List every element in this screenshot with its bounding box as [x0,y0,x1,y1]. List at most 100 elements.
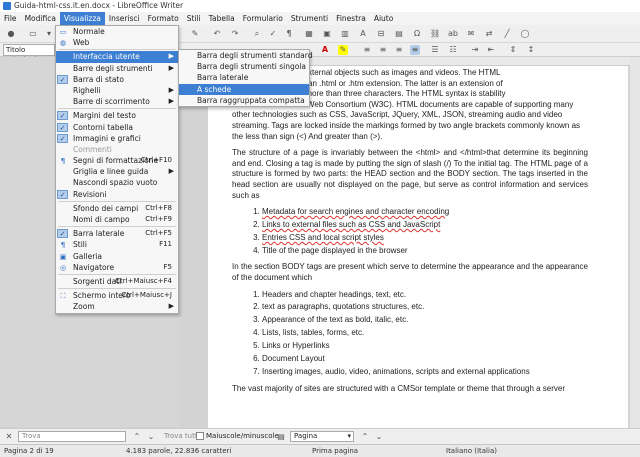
gallery-icon: ▣ [59,252,67,261]
basic-shapes-icon[interactable]: ◯ [520,29,530,39]
menu-item-sfondo-campi[interactable]: Sfondo dei campi Ctrl+F8 [56,203,178,214]
insert-chart-icon[interactable]: ▥ [340,29,350,39]
dropdown-arrow-icon[interactable]: ▾ [44,29,54,39]
menu-item-immagini-grafici[interactable]: ✓ Immagini e grafici [56,133,178,144]
find-next-icon[interactable]: ⌄ [146,432,156,442]
page-style[interactable]: Prima pagina [312,445,358,457]
navigator-icon: ◎ [59,263,67,272]
scope-previous-icon[interactable]: ⌃ [360,432,370,442]
vertical-scrollbar[interactable] [630,57,640,428]
menu-tabella[interactable]: Tabella [205,12,239,25]
menu-file[interactable]: File [0,12,21,25]
menu-item-barra-di-stato[interactable]: ✓ Barra di stato [56,74,178,85]
styles-icon: ¶ [60,241,66,250]
bullet-list-icon[interactable]: ☰ [430,45,440,55]
font-color-icon[interactable]: A [320,45,330,55]
submenu-item-standard[interactable]: Barra degli strumenti standard [179,50,312,61]
menu-item-barra-laterale[interactable]: ✓ Barra laterale Ctrl+F5 [56,228,178,239]
page-count[interactable]: Pagina 2 di 19 [4,445,54,457]
insert-image-icon[interactable]: ▣ [322,29,332,39]
language[interactable]: Italiano (Italia) [446,445,497,457]
submenu-item-barra-laterale[interactable]: Barra laterale [179,72,309,83]
insert-field-icon[interactable]: ▤ [394,29,404,39]
menu-item-revisioni[interactable]: ✓ Revisioni [56,189,178,200]
align-right-icon[interactable]: ≡ [394,45,404,55]
list-item: Metadata for search engines and characte… [262,207,588,218]
menu-item-navigatore[interactable]: ◎ Navigatore F5 [56,262,178,273]
page-break-icon[interactable]: ⊟ [376,29,386,39]
menu-strumenti[interactable]: Strumenti [287,12,332,25]
menu-inserisci[interactable]: Inserisci [105,12,144,25]
insert-text-box-icon[interactable]: A [358,29,368,39]
line-spacing-icon[interactable]: ↕ [526,45,536,55]
match-case-checkbox[interactable] [196,432,204,440]
list-item: Links to external files such as CSS and … [262,220,588,231]
align-left-icon[interactable]: ≡ [362,45,372,55]
menu-item-contorni-tabella[interactable]: ✓ Contorni tabella [56,122,178,133]
menu-item-stili[interactable]: ¶ Stili F11 [56,239,178,250]
undo-icon[interactable]: ↶ [212,29,222,39]
speech-bubble-icon[interactable]: ● [6,29,16,39]
word-count[interactable]: 4.183 parole, 22.836 caratteri [126,445,231,457]
menu-visualizza[interactable]: Visualizza [59,12,105,25]
menu-item-segni-formattazione[interactable]: ¶ Segni di formattazione Ctrl+F10 [56,155,178,166]
justify-icon[interactable]: ≡ [410,45,420,55]
menu-formulario[interactable]: Formulario [239,12,287,25]
menu-item-barre-strumenti[interactable]: Barre degli strumenti ▶ [56,63,178,74]
hyperlink-icon[interactable]: ⛓ [430,29,440,39]
menu-item-sorgenti-dati[interactable]: Sorgenti dati Ctrl+Maiusc+F4 [56,276,178,287]
menu-stili[interactable]: Stili [183,12,205,25]
submenu-item-a-schede[interactable]: A schede [179,83,309,95]
draw-line-icon[interactable]: ╱ [502,29,512,39]
checkmark-icon: ✓ [57,189,68,199]
paragraph-3: In the section BODY tags are present whi… [232,262,588,282]
document-body[interactable]: nserting scripts and external objects su… [232,68,588,400]
highlight-color-icon[interactable]: ✎ [338,45,348,55]
menu-item-commenti: Commenti [73,144,112,154]
special-character-icon[interactable]: Ω [412,29,422,39]
footnote-icon[interactable]: ab [448,29,458,39]
submenu-item-singola[interactable]: Barra degli strumenti singola [179,61,309,72]
menu-item-interfaccia-utente[interactable]: Interfaccia utente ▶ [56,51,178,63]
find-replace-icon[interactable]: ⌕ [252,29,262,39]
insert-table-icon[interactable]: ▦ [304,29,314,39]
spelling-icon[interactable]: ✓ [268,29,278,39]
menu-item-nascondi-spazio[interactable]: Nascondi spazio vuoto [56,177,178,188]
paragraph-style-box[interactable]: Titolo principale [3,44,55,64]
menu-item-righelli[interactable]: Righelli ▶ [56,85,178,96]
menu-modifica[interactable]: Modifica [21,12,60,25]
window-title: Guida-html-css.it.en.docx - LibreOffice … [14,1,184,10]
menu-finestra[interactable]: Finestra [332,12,370,25]
menu-item-margini-testo[interactable]: ✓ Margini del testo [56,110,178,121]
menu-formato[interactable]: Formato [144,12,183,25]
menu-item-griglia-linee-guida[interactable]: Griglia e linee guida ▶ [56,166,178,177]
find-input[interactable]: Trova [18,431,126,442]
menu-item-web[interactable]: ◍ Web [56,37,178,48]
comment-icon[interactable]: ✉ [466,29,476,39]
formatting-marks-icon[interactable]: ¶ [284,29,294,39]
align-center-icon[interactable]: ≡ [378,45,388,55]
track-changes-icon[interactable]: ⇄ [484,29,494,39]
checkmark-icon: ✓ [57,111,68,121]
scope-next-icon[interactable]: ⌄ [374,432,384,442]
menu-item-zoom[interactable]: Zoom ▶ [56,301,178,312]
menu-item-galleria[interactable]: ▣ Galleria [56,251,178,262]
submenu-item-compatta[interactable]: Barra raggruppata compatta [179,95,309,106]
indent-decrease-icon[interactable]: ⇤ [486,45,496,55]
menu-item-nomi-campo[interactable]: Nomi di campo Ctrl+F9 [56,214,178,225]
menu-separator [58,273,176,275]
find-previous-icon[interactable]: ⌃ [132,432,142,442]
menu-item-normale[interactable]: ▭ Normale [56,26,178,37]
paragraph-spacing-icon[interactable]: ⇕ [508,45,518,55]
redo-icon[interactable]: ↷ [230,29,240,39]
menu-aiuto[interactable]: Aiuto [370,12,398,25]
close-findbar-icon[interactable]: ✕ [4,432,14,442]
new-document-icon[interactable]: ▭ [28,29,38,39]
scope-select[interactable]: Pagina ▾ [290,431,354,442]
menu-item-barre-scorrimento[interactable]: Barre di scorrimento ▶ [56,96,178,107]
menu-item-schermo-intero[interactable]: ⛶ Schermo intero Ctrl+Maiusc+J [56,290,178,301]
indent-increase-icon[interactable]: ⇥ [470,45,480,55]
numbered-list-icon[interactable]: ☷ [448,45,458,55]
clone-formatting-icon[interactable]: ✎ [190,29,200,39]
body-list: Headers and chapter headings, text, etc.… [262,290,588,378]
